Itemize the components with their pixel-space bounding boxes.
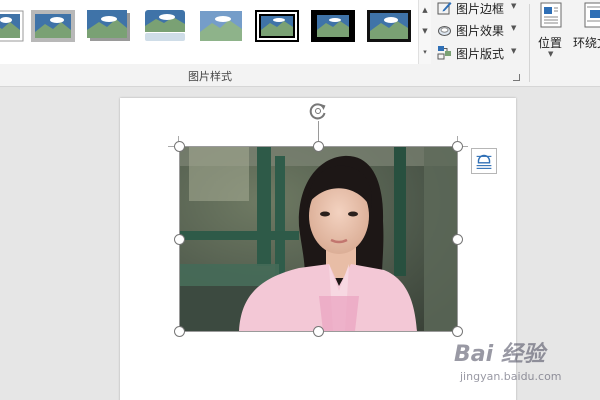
watermark-url: jingyan.baidu.com: [460, 370, 562, 383]
gallery-more-icon[interactable]: ▾: [419, 42, 431, 63]
gallery-scroll-up-icon[interactable]: ▲: [419, 0, 431, 21]
resize-handle-bottom[interactable]: [313, 326, 324, 337]
pen-border-icon: [437, 2, 452, 15]
resize-handle-bottom-left[interactable]: [174, 326, 185, 337]
selected-picture[interactable]: [179, 146, 457, 331]
resize-handle-top-right[interactable]: [452, 141, 463, 152]
picture-style-thumbnail[interactable]: [199, 10, 243, 42]
resize-handle-left[interactable]: [174, 234, 185, 245]
picture-style-thumbnail[interactable]: [0, 10, 24, 42]
ribbon-group-separator: [529, 4, 530, 82]
picture-style-thumbnail[interactable]: [255, 10, 299, 42]
gallery-scrollbar[interactable]: ▲ ▼ ▾: [418, 0, 431, 64]
picture-effects-button[interactable]: 图片效果 ▼: [436, 20, 520, 40]
gallery-scroll-down-icon[interactable]: ▼: [419, 21, 431, 42]
picture-effects-icon: [438, 26, 451, 36]
picture-layout-label: 图片版式: [456, 47, 505, 61]
resize-handle-right[interactable]: [452, 234, 463, 245]
picture-style-thumbnail[interactable]: [87, 10, 131, 42]
resize-handle-top-left[interactable]: [174, 141, 185, 152]
picture-border-button[interactable]: 图片边框 ▼: [436, 0, 520, 18]
dialog-launcher-icon[interactable]: [513, 74, 520, 81]
ribbon: ▲ ▼ ▾ 图片样式 图片边框 ▼ 图片效果 ▼ 图片版式 ▼ 位置 ▼ 环绕文: [0, 0, 600, 87]
chevron-down-icon: ▼: [511, 2, 517, 10]
position-button[interactable]: 位置 ▼: [533, 0, 569, 64]
picture-style-thumbnail[interactable]: [311, 10, 355, 42]
chevron-down-icon: ▼: [511, 47, 517, 55]
picture-effects-label: 图片效果: [456, 24, 505, 38]
picture-style-thumbnail[interactable]: [367, 10, 411, 42]
wrap-text-icon: [584, 2, 600, 28]
picture-styles-group-label: 图片样式: [188, 70, 232, 83]
rotate-handle-icon[interactable]: [307, 100, 329, 122]
layout-options-button[interactable]: [471, 148, 497, 174]
picture-styles-gallery: ▲ ▼ ▾: [0, 0, 431, 64]
resize-handle-top[interactable]: [313, 141, 324, 152]
watermark-brand: Bai 经验: [454, 342, 545, 367]
chevron-down-icon: ▼: [548, 50, 554, 58]
wrap-text-button[interactable]: 环绕文: [571, 0, 600, 64]
position-icon: [540, 2, 562, 28]
picture-layout-icon: [437, 46, 451, 60]
chevron-down-icon: ▼: [511, 24, 517, 32]
picture-layout-button[interactable]: 图片版式 ▼: [436, 43, 520, 63]
picture-border-label: 图片边框: [456, 2, 505, 16]
watermark: Bai 经验 jingyan.baidu.com: [454, 336, 594, 388]
wrap-text-label: 环绕文: [573, 36, 600, 50]
picture-style-thumbnail[interactable]: [31, 10, 75, 42]
picture-style-thumbnail[interactable]: [143, 10, 187, 42]
layout-options-icon: [476, 154, 492, 169]
position-label: 位置: [538, 36, 563, 50]
